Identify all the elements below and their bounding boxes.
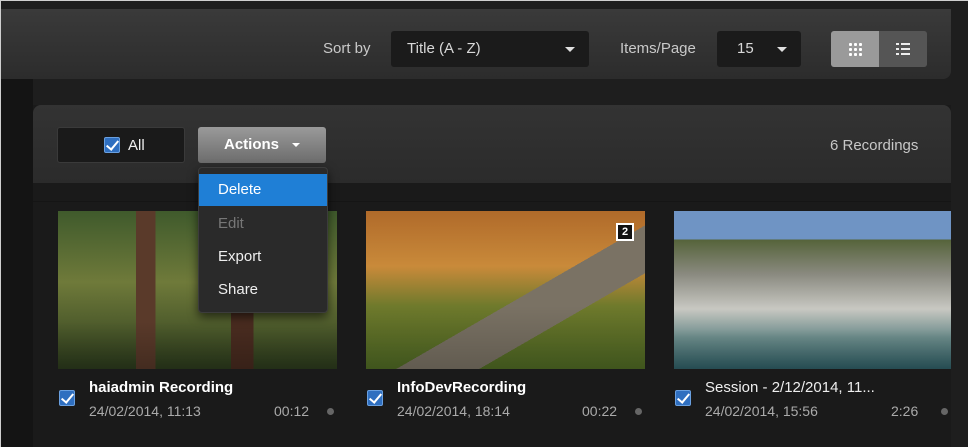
chevron-down-icon <box>292 143 300 147</box>
menu-item-share[interactable]: Share <box>199 274 327 306</box>
recordings-count: 6 Recordings <box>830 137 919 154</box>
recording-checkbox[interactable] <box>367 390 383 406</box>
chevron-down-icon <box>565 47 575 52</box>
sort-by-value: Title (A - Z) <box>407 40 481 57</box>
recording-date: 24/02/2014, 18:14 <box>397 403 510 419</box>
sort-by-label: Sort by <box>323 40 371 57</box>
recording-thumbnail[interactable] <box>674 211 951 369</box>
recording-duration: 2:26 <box>891 403 919 419</box>
status-dot-icon <box>635 408 642 415</box>
view-toggle <box>831 31 927 67</box>
items-per-page-select[interactable]: 15 <box>717 31 801 67</box>
items-per-page-value: 15 <box>737 40 754 57</box>
items-per-page-label: Items/Page <box>620 40 696 57</box>
recording-date: 24/02/2014, 15:56 <box>705 403 818 419</box>
status-dot-icon <box>941 408 948 415</box>
chevron-down-icon <box>777 47 787 52</box>
select-all-checkbox[interactable]: All <box>57 127 185 163</box>
recording-checkbox[interactable] <box>675 390 691 406</box>
recording-duration: 00:12 <box>274 403 310 419</box>
recording-title[interactable]: InfoDevRecording <box>397 379 526 396</box>
recording-title[interactable]: Session - 2/12/2014, 11... <box>705 379 875 396</box>
checkbox-checked-icon <box>104 137 120 153</box>
actions-menu: Delete Edit Export Share <box>198 167 328 313</box>
thumbnail-image <box>674 211 951 369</box>
grid-icon <box>848 42 862 56</box>
stack-count-badge: 2 <box>616 223 634 241</box>
menu-item-delete[interactable]: Delete <box>199 174 327 206</box>
thumbnail-image <box>366 211 645 369</box>
menu-item-export[interactable]: Export <box>199 241 327 273</box>
sort-by-select[interactable]: Title (A - Z) <box>391 31 589 67</box>
grid-view-button[interactable] <box>831 31 879 67</box>
divider <box>33 201 951 202</box>
top-toolbar: Sort by Title (A - Z) Items/Page 15 <box>1 9 951 79</box>
recording-checkbox[interactable] <box>59 390 75 406</box>
menu-item-edit: Edit <box>218 215 244 232</box>
recording-title[interactable]: haiadmin Recording <box>89 379 233 396</box>
status-dot-icon <box>327 408 334 415</box>
recording-thumbnail[interactable]: 2 <box>366 211 645 369</box>
list-view-button[interactable] <box>879 31 927 67</box>
list-icon <box>896 42 910 56</box>
app-frame: Sort by Title (A - Z) Items/Page 15 All … <box>0 0 968 447</box>
recording-date: 24/02/2014, 11:13 <box>89 403 201 419</box>
actions-label: Actions <box>224 136 280 153</box>
left-gutter <box>1 79 33 447</box>
actions-button[interactable]: Actions <box>198 127 326 163</box>
recording-duration: 00:22 <box>582 403 618 419</box>
select-all-label: All <box>128 137 145 154</box>
